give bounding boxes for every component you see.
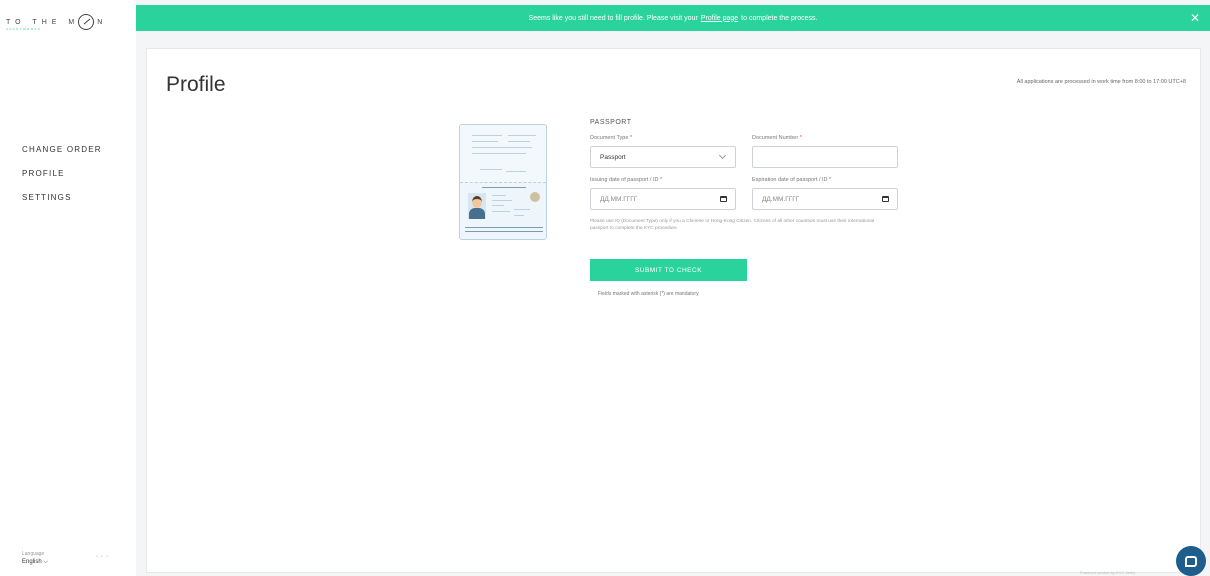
- work-time-info: All applications are processed in work t…: [1016, 79, 1186, 85]
- expiration-date-label: Expiration date of passport / ID *: [752, 177, 832, 183]
- issuing-date-field: Issuing date of passport / ID * ДД.ММ.ГГ…: [590, 177, 736, 210]
- close-icon[interactable]: ✕: [1190, 10, 1200, 26]
- logo-subtitle: APARTMENTS: [6, 27, 42, 31]
- expiration-date-placeholder: ДД.ММ.ГГГГ: [762, 195, 800, 203]
- passport-form: PASSPORT Document Type * Passport Docume…: [590, 119, 910, 297]
- sidebar-item-settings[interactable]: SETTINGS: [22, 193, 102, 202]
- profile-card: Profile All applications are processed i…: [146, 48, 1201, 573]
- document-type-label: Document Type *: [590, 135, 633, 141]
- passport-top-page: [460, 125, 546, 183]
- language-label: Language: [22, 551, 45, 557]
- issuing-date-label: Issuing date of passport / ID *: [590, 177, 663, 183]
- profile-notice-bar: Seems like you still need to fill profil…: [136, 5, 1210, 31]
- expiration-date-input[interactable]: ДД.ММ.ГГГГ: [752, 188, 898, 210]
- logo-text-end: N: [97, 18, 108, 26]
- document-type-field: Document Type * Passport: [590, 135, 736, 168]
- page-title: Profile: [166, 73, 226, 96]
- passport-seal: [530, 192, 540, 202]
- document-type-select[interactable]: Passport: [590, 146, 736, 168]
- calendar-icon[interactable]: [882, 196, 889, 202]
- language-value[interactable]: English ⌵: [22, 559, 48, 566]
- notice-text-after: to complete the process.: [741, 14, 818, 22]
- issuing-date-placeholder: ДД.ММ.ГГГГ: [600, 195, 638, 203]
- powered-by-text: Powered service by KYC Verify: [1080, 570, 1136, 575]
- submit-to-check-button[interactable]: SUBMIT TO CHECK: [590, 259, 747, 281]
- sidebar-item-change-order[interactable]: CHANGE ORDER: [22, 145, 102, 154]
- document-type-help-text: Please use ID (Document Type) only if yo…: [590, 219, 875, 231]
- sidebar: TO THE M N APARTMENTS CHANGE ORDER PROFI…: [0, 0, 136, 576]
- logo[interactable]: TO THE M N APARTMENTS: [6, 8, 107, 36]
- document-number-label: Document Number *: [752, 135, 802, 141]
- issuing-date-input[interactable]: ДД.ММ.ГГГГ: [590, 188, 736, 210]
- sidebar-nav: CHANGE ORDER PROFILE SETTINGS: [22, 145, 102, 217]
- mandatory-fields-note: Fields marked with asterisk (*) are mand…: [598, 291, 699, 297]
- language-selector[interactable]: Language English ⌵: [22, 551, 48, 566]
- profile-page-link[interactable]: Profile page: [701, 15, 738, 22]
- calendar-icon[interactable]: [720, 196, 727, 202]
- chat-button[interactable]: [1176, 546, 1206, 576]
- passport-illustration: [459, 124, 547, 240]
- logo-text: TO THE M: [6, 18, 80, 26]
- sidebar-item-profile[interactable]: PROFILE: [22, 169, 102, 178]
- chevron-down-icon: [718, 151, 727, 160]
- chat-icon: [1185, 555, 1197, 567]
- section-title-passport: PASSPORT: [590, 119, 632, 126]
- moon-logo-icon: [78, 14, 95, 30]
- expiration-date-field: Expiration date of passport / ID * ДД.ММ…: [752, 177, 898, 210]
- passport-photo: [468, 193, 486, 219]
- document-number-field: Document Number *: [752, 135, 898, 168]
- document-number-input[interactable]: [752, 146, 898, 168]
- more-dots-icon[interactable]: • • •: [96, 554, 109, 560]
- notice-text-before: Seems like you still need to fill profil…: [528, 14, 698, 22]
- document-type-value: Passport: [600, 153, 626, 161]
